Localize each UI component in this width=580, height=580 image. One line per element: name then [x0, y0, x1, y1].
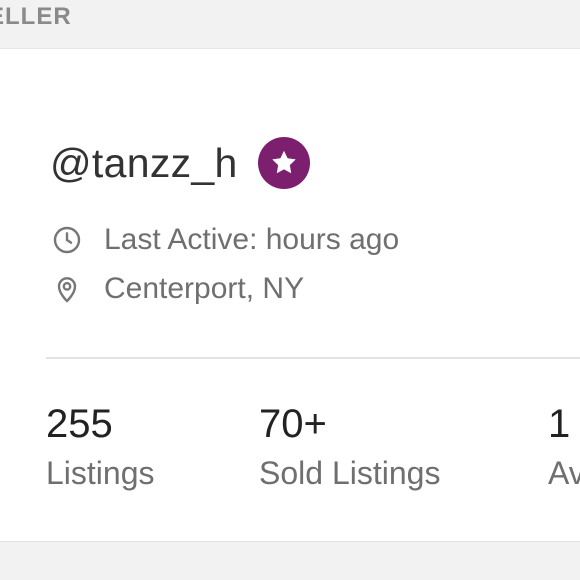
seller-username[interactable]: @tanzz_h — [50, 140, 238, 187]
stat-label: Sold Listings — [259, 455, 441, 491]
last-active-text: Last Active: hours ago — [104, 223, 400, 256]
stat-value: 1 — [548, 402, 571, 446]
divider — [46, 357, 580, 359]
stat-sold-listings[interactable]: 70+ Sold Listings — [259, 401, 440, 499]
location-row: Centerport, NY — [50, 272, 304, 306]
stat-value: 255 — [46, 402, 113, 446]
stat-value: 70+ — [259, 402, 327, 446]
clock-icon — [50, 223, 84, 257]
seller-card: @tanzz_h Last Active: hours ago Centerpo… — [0, 48, 580, 542]
stat-average[interactable]: 1 Av — [548, 401, 580, 499]
seller-profile-page: ELLER @tanzz_h Last Active: hours ago — [0, 0, 580, 580]
location-text: Centerport, NY — [104, 272, 305, 305]
stat-label: Listings — [46, 455, 155, 491]
stat-label: Av — [548, 455, 580, 491]
stat-listings[interactable]: 255 Listings — [46, 401, 155, 499]
star-badge-icon — [257, 137, 310, 189]
location-pin-icon — [50, 272, 84, 306]
section-heading: ELLER — [0, 3, 72, 30]
username-row: @tanzz_h — [50, 137, 310, 189]
last-active-row: Last Active: hours ago — [50, 223, 399, 257]
